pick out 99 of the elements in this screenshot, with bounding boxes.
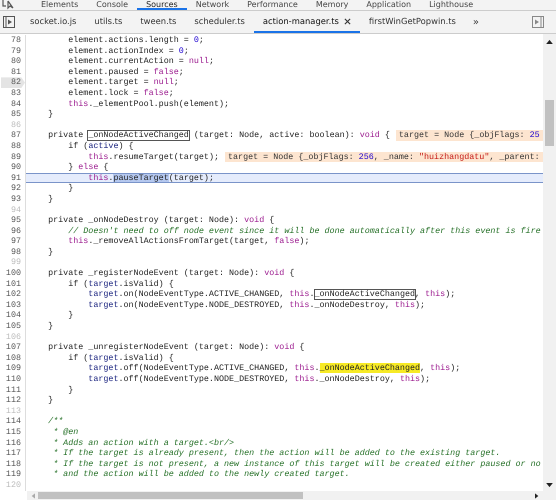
horizontal-scrollbar[interactable]: [27, 491, 543, 500]
line-number[interactable]: 103: [6, 300, 21, 310]
code-line: /**: [47, 416, 64, 427]
scrollbar-thumb[interactable]: [545, 100, 554, 146]
line-number[interactable]: 85: [10, 109, 21, 120]
code-line: }: [47, 246, 54, 258]
line-number[interactable]: 112: [6, 395, 21, 406]
line-number[interactable]: 80: [10, 56, 21, 67]
scroll-down-icon[interactable]: [546, 483, 553, 488]
devtools-tab[interactable]: Application: [357, 0, 420, 10]
line-number[interactable]: 107: [6, 342, 21, 353]
code-line: private _onNodeDestroy (target: Node): void {: [47, 215, 274, 226]
code-line: this.resumeTarget(target);: [87, 152, 219, 162]
line-number[interactable]: 89: [10, 152, 21, 162]
file-tab[interactable]: scheduler.ts: [185, 11, 254, 33]
line-number[interactable]: 90: [10, 162, 21, 173]
code-line: target.on(NodeEventType.NODE_DESTROYED, this._onNodeDestroy, this);: [87, 300, 426, 310]
devtools-tab[interactable]: Network: [186, 0, 238, 10]
line-number[interactable]: 102: [6, 289, 21, 300]
line-number[interactable]: 101: [6, 278, 21, 290]
code-line: }: [47, 109, 54, 120]
file-tab[interactable]: firstWinGetPopwin.ts: [360, 11, 465, 33]
file-tab[interactable]: tween.ts: [131, 11, 186, 33]
code-line: * @en: [52, 426, 78, 438]
code-line: * and the action will be added to the newly created target.: [52, 469, 350, 480]
line-number[interactable]: 114: [6, 416, 21, 427]
code-line: private _onNodeActiveChanged (target: Node, active: boolean): void {: [47, 130, 390, 141]
line-number[interactable]: 95: [10, 215, 21, 226]
code-line: * If the target is not present, a new instance of this target will be created either paused or no: [52, 458, 541, 470]
line-number[interactable]: 84: [10, 98, 21, 110]
code-line: this._elementPool.push(element);: [67, 98, 230, 110]
line-number[interactable]: 111: [6, 384, 21, 396]
line-number[interactable]: 100: [6, 268, 21, 279]
line-number[interactable]: 81: [10, 66, 21, 78]
line-number[interactable]: 110: [6, 374, 21, 385]
more-tabs-button[interactable]: »: [464, 11, 488, 33]
line-number[interactable]: 105: [6, 321, 21, 332]
scrollbar-thumb[interactable]: [38, 492, 303, 499]
line-number[interactable]: 98: [10, 246, 21, 258]
code-line: target.off(NodeEventType.NODE_DESTROYED, this._onNodeDestroy, this);: [87, 374, 430, 385]
devtools-tab[interactable]: Lighthouse: [420, 0, 482, 10]
code-line: private _unregisterNodeEvent (target: Node): void {: [47, 342, 304, 353]
code-line: }: [47, 395, 54, 406]
inline-value: target = Node {_objFlags: 25: [396, 130, 543, 141]
devtools-tab[interactable]: Performance: [238, 0, 307, 10]
scroll-up-icon[interactable]: [546, 39, 553, 44]
code-line: element.actions.length = 0;: [67, 35, 204, 46]
code-line: } else {: [67, 162, 108, 173]
inline-value: target = Node {_objFlags: 256, _name: "huizhangdatu", _parent:: [225, 152, 543, 162]
line-number[interactable]: 93: [10, 194, 21, 204]
close-icon[interactable]: [344, 18, 351, 24]
code-line: element.target = null;: [67, 77, 179, 88]
line-number[interactable]: 115: [6, 426, 21, 438]
line-number[interactable]: 118: [6, 458, 21, 470]
file-tab[interactable]: action-manager.ts: [254, 11, 360, 33]
line-number[interactable]: 79: [10, 46, 21, 56]
code-line: element.actionIndex = 0;: [67, 46, 189, 56]
code-line: if (target.isValid) {: [67, 352, 174, 364]
devtools-tab[interactable]: Console: [87, 0, 138, 10]
line-number[interactable]: 97: [10, 236, 21, 247]
line-number[interactable]: 117: [6, 448, 21, 459]
code-line: * If the target is already present, then the action will be added to the existing target.: [52, 448, 500, 459]
debugger-toggle-icon[interactable]: [532, 16, 544, 28]
line-number[interactable]: 87: [10, 130, 21, 141]
code-line: element.currentAction = null;: [67, 56, 214, 67]
code-line: }: [47, 194, 54, 204]
line-number[interactable]: 104: [6, 310, 21, 322]
file-tab[interactable]: utils.ts: [85, 11, 132, 33]
line-number[interactable]: 109: [6, 363, 21, 374]
code-line: }: [67, 183, 74, 194]
navigator-toggle-icon[interactable]: [3, 16, 15, 28]
file-tab[interactable]: socket.io.js: [21, 11, 86, 33]
code-line: }: [47, 321, 54, 332]
line-number[interactable]: 91: [10, 172, 21, 184]
code-line: }: [67, 384, 74, 396]
code-line: * Adds an action with a target.<br/>: [52, 438, 234, 448]
devtools-tab[interactable]: Elements: [32, 0, 88, 10]
code-line: this._removeAllActionsFromTarget(target, false);: [67, 236, 310, 247]
code-line: private _registerNodeEvent (target: Node): void {: [47, 268, 294, 279]
line-number[interactable]: 82: [0, 77, 25, 88]
code-line: if (target.isValid) {: [67, 278, 174, 290]
code-line: }: [67, 310, 74, 322]
line-number[interactable]: 119: [6, 469, 21, 480]
line-number[interactable]: 88: [10, 140, 21, 152]
line-number[interactable]: 92: [10, 183, 21, 194]
scroll-right-icon[interactable]: [535, 492, 539, 498]
line-number[interactable]: 96: [10, 226, 21, 236]
inspect-icon[interactable]: [2, 0, 14, 10]
code-line: element.paused = false;: [67, 66, 184, 78]
devtools-tab[interactable]: Memory: [306, 0, 358, 10]
code-line: element.lock = false;: [67, 88, 174, 99]
code-line: this.pauseTarget(target);: [87, 174, 214, 182]
line-number[interactable]: 108: [6, 352, 21, 364]
vertical-scrollbar[interactable]: [543, 34, 556, 500]
code-line: // Doesn't need to off node event since it will be done automatically after this event is fire: [67, 226, 541, 236]
code-line: if (active) {: [67, 140, 134, 152]
line-number[interactable]: 78: [10, 35, 21, 46]
line-number[interactable]: 116: [6, 438, 21, 448]
line-number[interactable]: 83: [10, 88, 21, 99]
